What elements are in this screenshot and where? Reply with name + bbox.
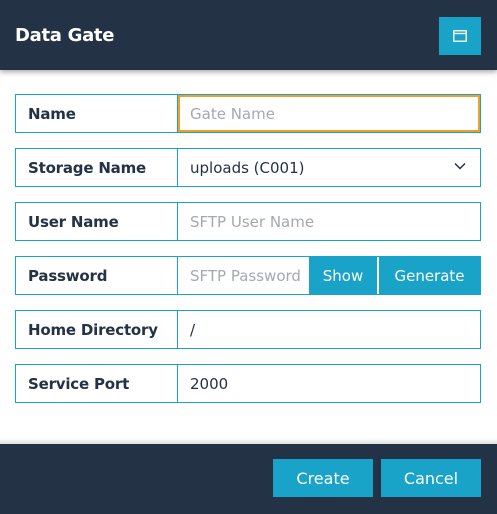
storage-name-row: Storage Name uploads (C001) xyxy=(15,148,481,187)
user-name-field-wrap xyxy=(178,203,480,240)
service-port-input[interactable] xyxy=(178,365,480,402)
chevron-down-icon xyxy=(454,162,466,170)
password-row: Password Show Generate xyxy=(15,256,481,295)
service-port-field-wrap xyxy=(178,365,480,402)
create-button[interactable]: Create xyxy=(273,459,373,497)
name-row: Name xyxy=(15,94,481,133)
home-directory-input[interactable] xyxy=(178,311,480,348)
service-port-row: Service Port xyxy=(15,364,481,403)
password-field-wrap: Show Generate xyxy=(178,257,480,294)
window-restore-icon xyxy=(453,30,467,42)
dialog-title: Data Gate xyxy=(15,25,115,46)
home-directory-label: Home Directory xyxy=(16,311,178,348)
service-port-label: Service Port xyxy=(16,365,178,402)
home-directory-field-wrap xyxy=(178,311,480,348)
user-name-label: User Name xyxy=(16,203,178,240)
dialog-header: Data Gate xyxy=(0,0,497,70)
storage-name-label: Storage Name xyxy=(16,149,178,186)
name-label: Name xyxy=(16,95,178,132)
sftp-user-name-input[interactable] xyxy=(178,203,480,240)
password-input-wrap xyxy=(178,257,309,294)
window-toggle-button[interactable] xyxy=(439,17,481,55)
password-label: Password xyxy=(16,257,178,294)
name-field-wrap xyxy=(178,95,480,132)
gate-name-input[interactable] xyxy=(178,95,480,132)
storage-name-select[interactable]: uploads (C001) xyxy=(178,149,480,186)
generate-password-button[interactable]: Generate xyxy=(379,257,480,294)
dialog-footer: Create Cancel xyxy=(0,444,497,514)
storage-name-selected-value: uploads (C001) xyxy=(190,158,305,177)
user-name-row: User Name xyxy=(15,202,481,241)
home-directory-row: Home Directory xyxy=(15,310,481,349)
show-password-button[interactable]: Show xyxy=(309,257,377,294)
sftp-password-input[interactable] xyxy=(178,257,309,294)
cancel-button[interactable]: Cancel xyxy=(381,459,481,497)
